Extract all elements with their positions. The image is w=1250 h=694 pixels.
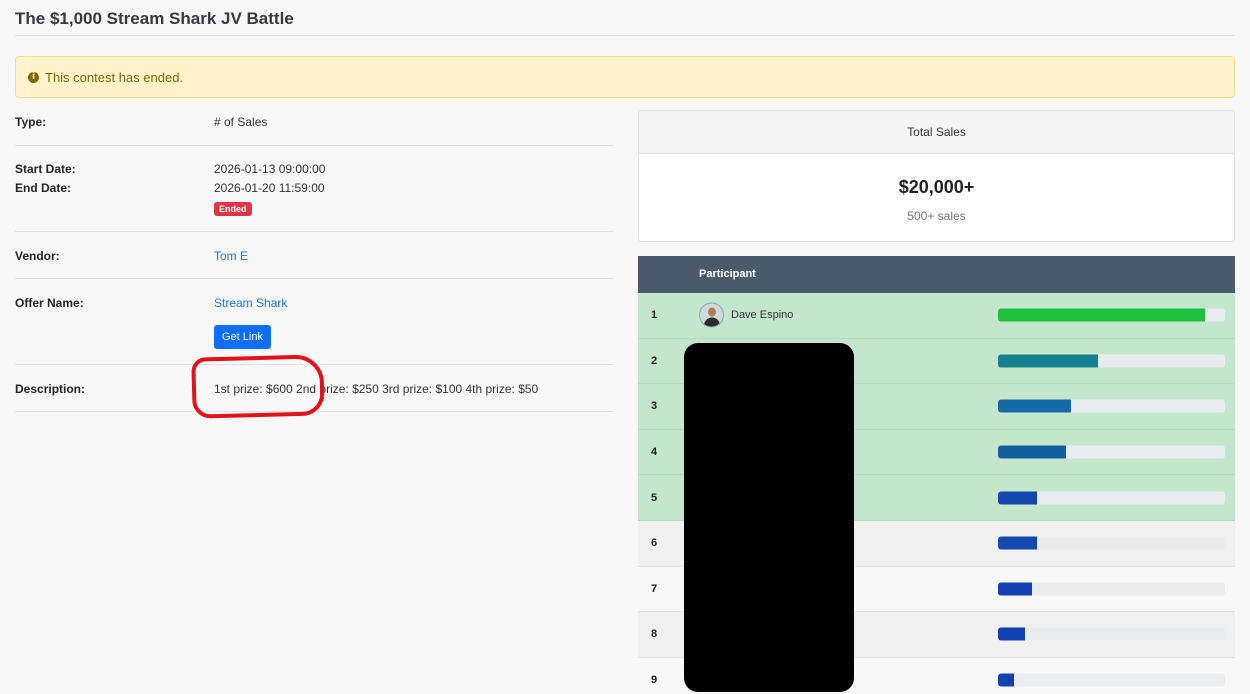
progress-bar [998, 582, 1225, 596]
total-sales-card: Total Sales $20,000+ 500+ sales [638, 110, 1235, 242]
redaction-block [684, 343, 854, 692]
progress-bar [998, 308, 1225, 322]
start-date-value: 2026-01-13 09:00:00 [214, 162, 326, 176]
vendor-link[interactable]: Tom E [214, 249, 248, 263]
participant-column-header: Participant [699, 268, 756, 280]
offer-name-label: Offer Name: [15, 296, 84, 310]
leaderboard-row: 1 Dave Espino [638, 293, 1235, 339]
get-link-button[interactable]: Get Link [214, 325, 271, 349]
rank-number: 8 [651, 628, 658, 641]
progress-fill [998, 491, 1037, 505]
rank-number: 2 [651, 354, 658, 367]
type-label: Type: [15, 115, 47, 129]
progress-bar [998, 399, 1225, 413]
progress-bar [998, 536, 1225, 550]
total-sales-header: Total Sales [639, 111, 1234, 154]
page-title: The $1,000 Stream Shark JV Battle [15, 9, 294, 28]
end-date-value: 2026-01-20 11:59:00 [214, 181, 325, 195]
contest-ended-alert: i This contest has ended. [15, 56, 1235, 98]
offer-row: Offer Name: Stream Shark Get Link [15, 279, 613, 365]
progress-fill [998, 582, 1033, 596]
progress-fill [998, 536, 1037, 550]
type-row: Type: # of Sales [15, 110, 613, 146]
progress-bar [998, 491, 1225, 505]
vendor-row: Vendor: Tom E [15, 232, 613, 279]
rank-number: 3 [651, 400, 658, 413]
title-divider [15, 35, 1235, 36]
progress-bar [998, 627, 1225, 641]
alert-text: This contest has ended. [45, 69, 184, 85]
progress-fill [998, 627, 1026, 641]
progress-fill [998, 445, 1067, 459]
participant-name: Dave Espino [731, 309, 794, 322]
rank-number: 4 [651, 446, 658, 459]
progress-fill [998, 354, 1098, 368]
total-sales-count: 500+ sales [907, 209, 966, 223]
description-label: Description: [15, 382, 86, 396]
rank-number: 6 [651, 537, 658, 550]
start-date-label: Start Date: [15, 162, 76, 176]
end-date-label: End Date: [15, 181, 72, 195]
leaderboard-header: Participant [638, 256, 1235, 293]
progress-bar [998, 354, 1225, 368]
info-icon: i [28, 71, 39, 83]
progress-bar [998, 445, 1225, 459]
progress-fill [998, 308, 1205, 322]
rank-number: 1 [651, 309, 658, 322]
progress-fill [998, 673, 1014, 687]
avatar [699, 302, 724, 328]
total-sales-amount: $20,000+ [898, 177, 975, 197]
progress-fill [998, 399, 1071, 413]
status-badge: Ended [214, 202, 252, 216]
dates-row: Start Date: 2026-01-13 09:00:00 End Date… [15, 146, 613, 232]
annotation-circle [191, 354, 325, 419]
progress-bar [998, 673, 1225, 687]
offer-name-link[interactable]: Stream Shark [214, 296, 287, 310]
rank-number: 5 [651, 491, 658, 504]
rank-number: 9 [651, 674, 658, 687]
type-value: # of Sales [214, 115, 268, 129]
vendor-label: Vendor: [15, 249, 60, 263]
rank-number: 7 [651, 582, 658, 595]
